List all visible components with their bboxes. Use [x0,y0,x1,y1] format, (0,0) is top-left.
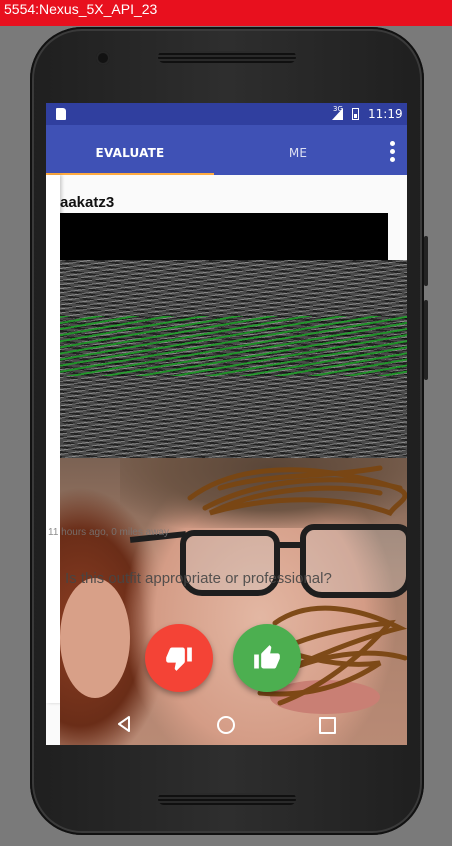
tab-me-label: ME [288,146,308,160]
photo-black-band [60,213,388,260]
home-circle-icon[interactable] [217,716,235,734]
system-nav-bar [46,703,407,745]
front-camera [96,51,110,65]
bottom-speaker [158,793,296,805]
more-vert-icon[interactable] [388,141,396,163]
brown-scribbles [187,465,407,706]
emulator-title: 5554:Nexus_5X_API_23 [4,1,158,17]
post-meta: 11 hours ago, 0 miles away [48,527,169,538]
like-button[interactable] [233,624,301,692]
post-username: aakatz3 [60,194,115,211]
thumb-up-icon [254,645,280,669]
post-question: Is this outfit appropriate or profession… [65,570,332,587]
network-type: 3G [333,105,343,113]
back-triangle-icon[interactable] [116,715,132,733]
evaluate-content: aakatz3 11 hours ago, 0 miles away Is th… [46,175,407,745]
recents-square-icon[interactable] [319,717,336,734]
photo-face [60,458,407,745]
status-time: 11:19 [368,107,403,121]
tab-evaluate-label: EVALUATE [95,146,165,160]
volume-button[interactable] [424,300,428,380]
thumb-down-icon [166,647,192,671]
top-speaker [158,51,296,63]
device-screen: 3G 11:19 EVALUATE ME aakatz3 11 hours ag… [46,103,407,745]
status-bar: 3G 11:19 [46,103,407,125]
photo-glitch-area [60,260,407,458]
emulator-title-bar: 5554:Nexus_5X_API_23 [0,0,452,26]
sd-card-icon [56,108,66,120]
tab-evaluate[interactable]: EVALUATE [46,125,214,175]
app-bar: EVALUATE ME [46,125,407,175]
battery-icon [352,108,359,120]
post-card [46,175,60,703]
tab-me[interactable]: ME [214,125,382,175]
dislike-button[interactable] [145,624,213,692]
power-button[interactable] [424,236,428,286]
